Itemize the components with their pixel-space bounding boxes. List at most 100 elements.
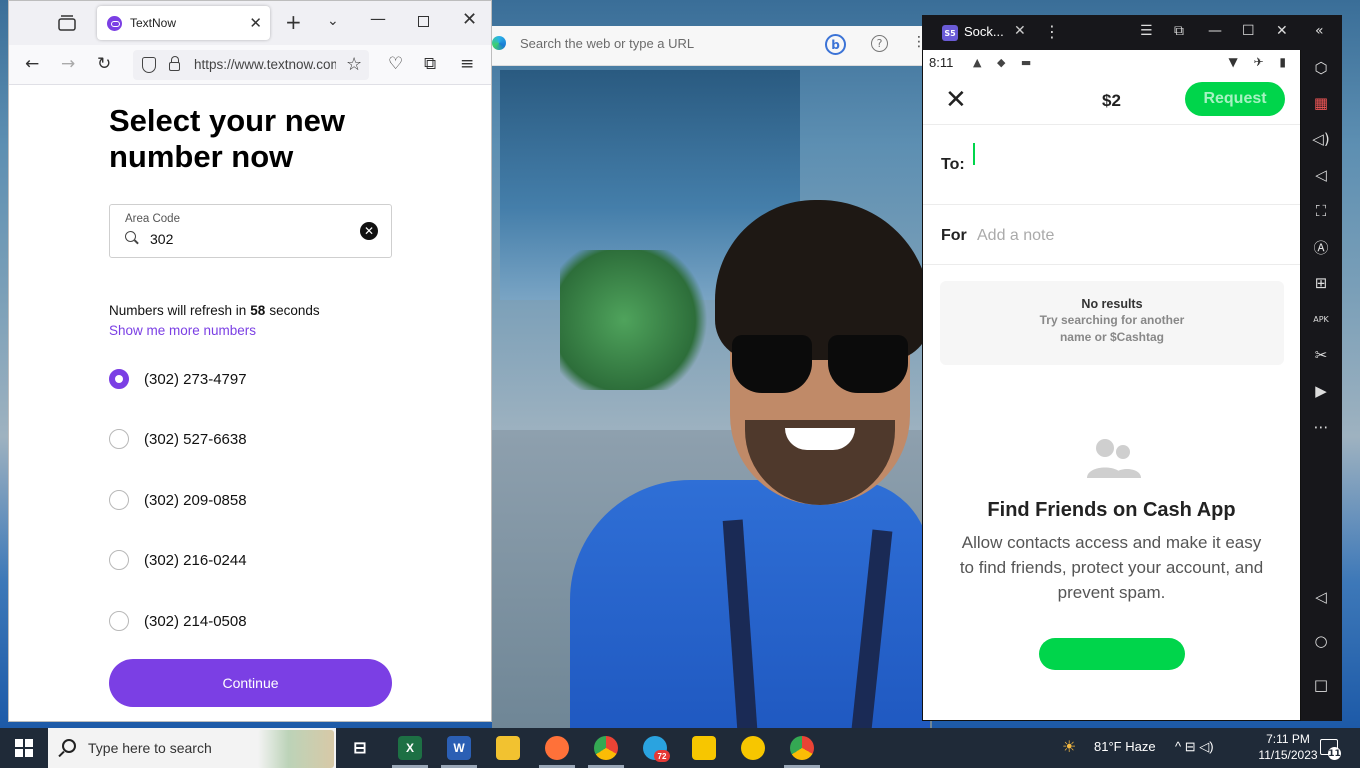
home-nav-icon[interactable]: ○: [1312, 632, 1330, 650]
status-left-icons: ▲ ◆ ▬: [973, 56, 1038, 69]
radio-unselected[interactable]: [109, 611, 129, 631]
lock-icon[interactable]: [169, 56, 180, 71]
emulator-tab-close-icon[interactable]: ✕: [1014, 23, 1026, 39]
back-icon[interactable]: ←: [25, 54, 39, 74]
bing-icon[interactable]: b: [825, 34, 846, 55]
tab-textnow[interactable]: TextNow ✕: [97, 6, 270, 40]
url-text[interactable]: https://www.textnow.com: [194, 57, 336, 72]
emulator-popout-icon[interactable]: ⧉: [1174, 23, 1184, 39]
settings-icon[interactable]: ⬡: [1312, 59, 1330, 77]
number-option[interactable]: (302) 216-0244: [109, 550, 247, 570]
apk-icon[interactable]: APK: [1312, 310, 1330, 328]
emulator-maximize-icon[interactable]: ☐: [1242, 23, 1255, 39]
windows-start-icon[interactable]: [15, 739, 33, 757]
wallpaper-sunglasses: [732, 335, 812, 393]
rotate-icon[interactable]: Ⓐ: [1312, 238, 1330, 257]
weather-icon: ☀: [1062, 739, 1077, 756]
emulator-close-icon[interactable]: ✕: [1276, 23, 1288, 39]
chrome-2-icon[interactable]: [790, 736, 814, 760]
maximize-icon[interactable]: [418, 16, 429, 27]
app-yellow-icon[interactable]: [692, 736, 716, 760]
close-window-icon[interactable]: ✕: [462, 9, 477, 30]
emulator-collapse-icon[interactable]: «: [1315, 23, 1324, 39]
add-window-icon[interactable]: ⊞: [1312, 274, 1330, 292]
emulator-menu-dots-icon[interactable]: ⋮: [1044, 22, 1060, 41]
number-option[interactable]: (302) 527-6638: [109, 429, 247, 449]
volume-up-icon[interactable]: ◁): [1312, 130, 1330, 148]
menu-icon[interactable]: ≡: [460, 54, 474, 74]
number-option[interactable]: (302) 214-0508: [109, 611, 247, 631]
app-yellow-2-icon[interactable]: [741, 736, 765, 760]
list-tabs-icon[interactable]: ⌄: [327, 13, 339, 29]
media-icon[interactable]: ▶: [1312, 382, 1330, 400]
tracking-shield-icon[interactable]: [142, 57, 156, 73]
radio-unselected[interactable]: [109, 429, 129, 449]
scissors-icon[interactable]: ✂: [1312, 346, 1330, 364]
notification-count: 11: [1328, 747, 1341, 760]
file-explorer-icon[interactable]: [496, 736, 520, 760]
forward-icon[interactable]: →: [61, 54, 75, 74]
friends-icon: [1087, 439, 1141, 478]
telegram-badge: 72: [654, 750, 670, 762]
task-view-icon[interactable]: ⊟: [348, 736, 372, 760]
more-icon[interactable]: ⋯: [1312, 418, 1330, 436]
volume-down-icon[interactable]: ◁: [1312, 166, 1330, 184]
chrome-icon[interactable]: [594, 736, 618, 760]
weather-text[interactable]: 81°F Haze: [1094, 739, 1156, 754]
for-label: For: [941, 227, 967, 244]
help-icon[interactable]: ?: [871, 35, 888, 52]
clock[interactable]: 7:11 PM 11/15/2023: [1258, 731, 1318, 763]
note-input[interactable]: Add a note: [977, 227, 1054, 245]
continue-button[interactable]: Continue: [109, 659, 392, 707]
search-icon: [62, 739, 76, 753]
edge-logo-icon: [492, 36, 506, 50]
number-text: (302) 216-0244: [144, 551, 247, 569]
radio-unselected[interactable]: [109, 490, 129, 510]
edge-search-placeholder[interactable]: Search the web or type a URL: [520, 36, 694, 51]
number-text: (302) 209-0858: [144, 491, 247, 509]
windows-taskbar: Type here to search ⊟ X W 72 ☀ 81°F Haze…: [0, 728, 1360, 768]
tab-title: TextNow: [130, 16, 177, 30]
url-bar[interactable]: https://www.textnow.com ☆: [133, 50, 369, 80]
request-button[interactable]: Request: [1185, 82, 1285, 116]
reload-icon[interactable]: ↻: [97, 54, 111, 74]
divider: [923, 204, 1300, 205]
extensions-icon[interactable]: ⧉: [424, 54, 436, 74]
tab-overview-icon[interactable]: [57, 13, 77, 33]
radio-unselected[interactable]: [109, 550, 129, 570]
divider: [923, 124, 1300, 125]
area-code-field[interactable]: Area Code 302 ✕: [109, 204, 392, 258]
excel-icon[interactable]: X: [398, 736, 422, 760]
recipient-input[interactable]: [973, 143, 975, 165]
show-more-numbers-link[interactable]: Show me more numbers: [109, 323, 256, 338]
firefox-icon[interactable]: [545, 736, 569, 760]
tab-close-icon[interactable]: ✕: [249, 14, 262, 32]
area-code-input[interactable]: 302: [150, 231, 173, 247]
number-option[interactable]: (302) 273-4797: [109, 369, 247, 389]
emulator-window-title[interactable]: Sock...: [964, 24, 1004, 39]
tray-icons[interactable]: ^ ⊟ ◁): [1175, 739, 1214, 755]
phone-screen: 8:11 ▲ ◆ ▬ ▼ ✈ ▮ ✕ $2 Request To: For Ad…: [923, 50, 1300, 720]
number-text: (302) 273-4797: [144, 370, 247, 388]
screenshot-disabled-icon[interactable]: ▦: [1312, 94, 1330, 112]
emulator-menu-icon[interactable]: ☰: [1140, 23, 1153, 39]
clear-icon[interactable]: ✕: [360, 222, 378, 240]
radio-selected[interactable]: [109, 369, 129, 389]
back-nav-icon[interactable]: ◁: [1312, 588, 1330, 606]
bookmark-star-icon[interactable]: ☆: [346, 54, 362, 75]
page-title: Select your new number now: [109, 103, 346, 174]
number-option[interactable]: (302) 209-0858: [109, 490, 247, 510]
allow-contacts-button[interactable]: [1039, 638, 1185, 670]
firefox-tab-bar: TextNow ✕ + ⌄ — ✕: [9, 1, 491, 45]
pocket-icon[interactable]: ♡: [388, 54, 403, 74]
fullscreen-icon[interactable]: ⛶: [1312, 202, 1330, 220]
new-tab-icon[interactable]: +: [285, 10, 302, 34]
word-icon[interactable]: W: [447, 736, 471, 760]
recent-nav-icon[interactable]: □: [1312, 676, 1330, 694]
emulator-minimize-icon[interactable]: —: [1208, 23, 1222, 39]
taskbar-search-box[interactable]: Type here to search: [48, 728, 336, 768]
refresh-countdown: 58: [250, 303, 266, 318]
taskbar-search-placeholder[interactable]: Type here to search: [88, 740, 212, 756]
emulator-app-icon: S5: [942, 25, 958, 41]
minimize-icon[interactable]: —: [370, 9, 386, 28]
